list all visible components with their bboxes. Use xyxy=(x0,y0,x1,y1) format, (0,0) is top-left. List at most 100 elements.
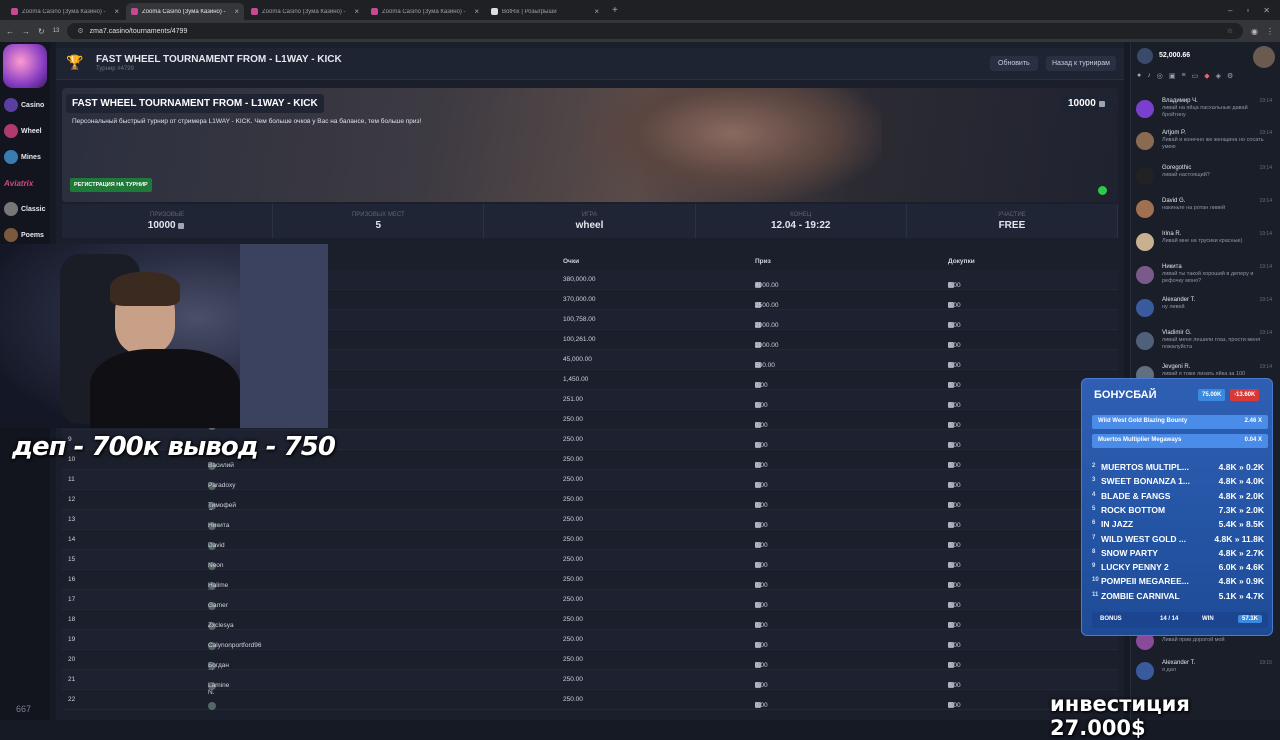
mines-icon xyxy=(4,150,18,164)
bonusbuy-row: 3 SWEET BONANZA 1... 4.8K » 4.0K xyxy=(1092,475,1268,489)
investment-caption: инвестиция 27.000$ xyxy=(1050,692,1190,740)
bonusbuy-row: 2 MUERTOS MULTIPL... 4.8K » 0.2K xyxy=(1092,461,1268,475)
wheel-icon xyxy=(4,124,18,138)
gift-icon[interactable]: ▣ xyxy=(1169,72,1176,84)
refresh-button[interactable]: Обновить xyxy=(990,56,1038,71)
chat-text: Ливай мне на трусики красные) xyxy=(1162,238,1243,244)
points: 250.00 xyxy=(563,456,583,463)
stat-end: Конец 12.04 - 19:22 xyxy=(696,204,907,238)
chat-avatar[interactable] xyxy=(1136,332,1154,350)
bonusbuy-index: 6 xyxy=(1092,520,1096,527)
nav-classic[interactable]: Classic xyxy=(0,196,50,222)
chat-avatar[interactable] xyxy=(1136,100,1154,118)
place: 20 xyxy=(68,656,76,663)
place: 16 xyxy=(68,576,76,583)
new-tab-icon[interactable]: + xyxy=(612,5,618,16)
chat-text: ливай на яйца пасхальные давай бройтину xyxy=(1162,105,1248,118)
flag-icon[interactable]: ● xyxy=(1137,72,1141,84)
browser-tab[interactable]: Zooma Casino (Зума Казино) - × xyxy=(366,3,484,20)
bonusbuy-game: SWEET BONANZA 1... xyxy=(1101,476,1190,487)
chat-time: 19:14 xyxy=(1259,231,1272,237)
register-button[interactable]: РЕГИСТРАЦИЯ НА ТУРНИР xyxy=(70,178,152,192)
close-tab-icon[interactable]: × xyxy=(114,7,119,16)
profile-icon[interactable]: ◉ xyxy=(1251,27,1258,36)
bookmark-star-icon[interactable]: ☆ xyxy=(1227,27,1233,35)
chat-avatar[interactable] xyxy=(1136,200,1154,218)
points: 250.00 xyxy=(563,436,583,443)
place: 15 xyxy=(68,556,76,563)
wallet-icon[interactable] xyxy=(1137,48,1153,64)
chat-avatar[interactable] xyxy=(1136,299,1154,317)
table-row: 16Halime L250.000.000.00 xyxy=(62,570,1118,596)
reload-icon[interactable]: ↻ xyxy=(38,27,45,36)
chat-avatar[interactable] xyxy=(1136,662,1154,680)
close-tab-icon[interactable]: × xyxy=(594,7,599,16)
points: 250.00 xyxy=(563,636,583,643)
user-avatar[interactable] xyxy=(1253,46,1275,68)
bonusbuy-index: 8 xyxy=(1092,548,1096,555)
browser-tab[interactable]: Zooma Casino (Зума Казино) - × xyxy=(6,3,124,20)
nav-wheel[interactable]: Wheel xyxy=(0,118,50,144)
chat-message: Никита ливай ты такой хороший в деперу и … xyxy=(1136,262,1276,292)
poems-icon xyxy=(4,228,18,242)
chat-avatar[interactable] xyxy=(1136,132,1154,150)
points: 100,261.00 xyxy=(563,336,596,343)
banner-image xyxy=(582,88,882,202)
bonusbuy-game: ROCK BOTTOM xyxy=(1101,504,1166,515)
casino-favicon-icon xyxy=(131,8,138,15)
forward-arrow-icon[interactable]: → xyxy=(22,27,30,36)
stat-game: Игра wheel xyxy=(484,204,696,238)
chat-avatar[interactable] xyxy=(1136,233,1154,251)
bonusbuy-stat-start: 75.00K xyxy=(1198,389,1226,401)
webcam-overlay xyxy=(0,244,328,428)
points: 250.00 xyxy=(563,656,583,663)
bonusbuy-row: 9 LUCKY PENNY 2 6.0K » 4.6K xyxy=(1092,561,1268,575)
close-tab-icon[interactable]: × xyxy=(474,7,479,16)
site-info-icon[interactable]: ⚙ xyxy=(77,27,83,35)
casino-favicon-icon xyxy=(371,8,378,15)
points: 250.00 xyxy=(563,536,583,543)
back-to-tournaments-button[interactable]: Назад к турнирам xyxy=(1046,56,1116,71)
chat-author: Jevgeni R. xyxy=(1162,364,1191,370)
close-tab-icon[interactable]: × xyxy=(354,7,359,16)
chat-message: Vladimir G. ливай меня лешили глаз, прост… xyxy=(1136,328,1276,358)
tournament-stats: Призовые 10000 Призовых мест 5 Игра wheel К… xyxy=(62,204,1119,238)
browser-tab-active[interactable]: Zooma Casino (Зума Казино) - × xyxy=(126,3,244,20)
close-tab-icon[interactable]: × xyxy=(234,7,239,16)
chat-avatar[interactable] xyxy=(1136,167,1154,185)
eye-icon[interactable]: ◎ xyxy=(1157,72,1163,84)
settings-icon[interactable]: ⚙ xyxy=(1227,72,1233,84)
nav-aviatrix[interactable]: Aviatrix xyxy=(0,170,50,196)
bonusbuy-value: 4.8K » 0.2K xyxy=(1218,462,1264,472)
bonusbuy-value: 4.8K » 4.0K xyxy=(1218,476,1264,487)
browser-tab[interactable]: Zooma Casino (Зума Казино) - × xyxy=(246,3,364,20)
coin-icon xyxy=(1098,101,1105,107)
support-icon[interactable]: ◈ xyxy=(1216,72,1221,84)
browser-tab[interactable]: BotRix | Розыгрыши × xyxy=(486,3,604,20)
chat-time: 19:14 xyxy=(1259,297,1272,303)
maximize-icon[interactable]: ▫ xyxy=(1246,6,1249,15)
nav-casino[interactable]: Casino xyxy=(0,92,50,118)
bonusbuy-row: 8 SNOW PARTY 4.8K » 2.7K xyxy=(1092,547,1268,561)
url-input[interactable]: ⚙ zma7.casino/tournaments/4799 ☆ xyxy=(67,23,1244,39)
casino-logo[interactable] xyxy=(3,44,47,88)
bonusbuy-row: 11 ZOMBIE CARNIVAL 5.1K » 4.7K xyxy=(1092,590,1268,604)
table-row: 13 Никита 250.00 0.00 0.00 xyxy=(62,510,1118,530)
table-row: 11 Paradoxy 250.00 0.00 0.00 xyxy=(62,470,1118,490)
chat-message: Irina R. Ливай мне на трусики красные) 19:… xyxy=(1136,229,1276,259)
close-window-icon[interactable]: ✕ xyxy=(1263,6,1270,15)
card-icon[interactable]: ▭ xyxy=(1192,72,1199,84)
minimize-icon[interactable]: – xyxy=(1228,6,1232,15)
bonusbuy-value: 4.8K » 2.7K xyxy=(1218,547,1264,558)
back-arrow-icon[interactable]: ← xyxy=(6,27,14,36)
menu-dots-icon[interactable]: ⋮ xyxy=(1266,27,1274,36)
telegram-icon[interactable]: ◆ xyxy=(1204,72,1209,84)
place: 22 xyxy=(68,696,76,703)
list-icon[interactable]: ≡ xyxy=(1181,72,1185,84)
sound-icon[interactable]: ♪ xyxy=(1147,72,1151,84)
points: 250.00 xyxy=(563,556,583,563)
chat-avatar[interactable] xyxy=(1136,266,1154,284)
table-row: 12Тимофей Л.250.000.000.00 xyxy=(62,490,1118,516)
nav-mines[interactable]: Mines xyxy=(0,144,50,170)
points: 250.00 xyxy=(563,416,583,423)
